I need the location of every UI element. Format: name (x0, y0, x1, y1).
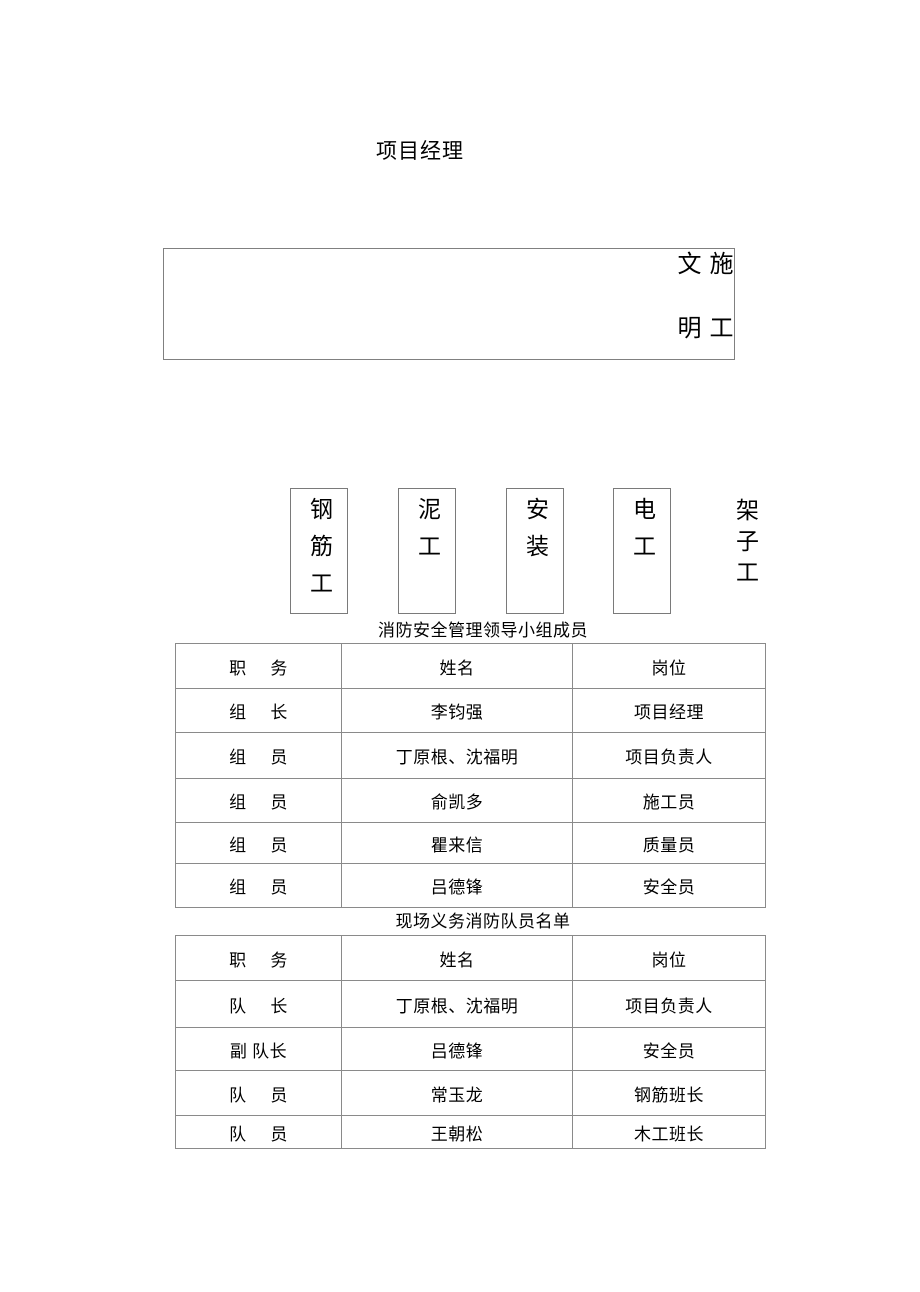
table-row: 组 员 丁原根、沈福明 项目负责人 (175, 732, 766, 779)
trade-label-mason: 泥工 (414, 497, 440, 571)
cell-post: 项目负责人 (572, 732, 766, 779)
header-post: 岗位 (572, 935, 766, 981)
banner-box: 施工 文明 (163, 248, 735, 379)
table-header-row: 职 务 姓名 岗位 (175, 935, 766, 981)
cell-post: 项目经理 (572, 688, 766, 733)
banner-column-2: 文明 (673, 251, 699, 379)
cell-post: 木工班长 (572, 1115, 766, 1149)
header-duty: 职 务 (175, 935, 342, 981)
cell-post: 质量员 (572, 822, 766, 864)
trade-box-scaffold: 架子工 (716, 488, 774, 614)
header-name: 姓名 (341, 643, 573, 689)
banner-column-1: 施工 (705, 251, 731, 379)
header-name: 姓名 (341, 935, 573, 981)
cell-duty: 队 员 (175, 1115, 342, 1149)
trade-label-scaffold: 架子工 (732, 498, 758, 591)
cell-post: 安全员 (572, 1027, 766, 1071)
cell-duty: 组 员 (175, 732, 342, 779)
fire-safety-leadership-table: 职 务 姓名 岗位 组 长 李钧强 项目经理 组 员 丁原根、沈福明 项目负责人… (175, 643, 766, 908)
page-title: 项目经理 (0, 136, 920, 166)
trade-box-electric: 电工 (613, 488, 671, 614)
cell-duty: 队 长 (175, 980, 342, 1028)
table-row: 副 队长 吕德锋 安全员 (175, 1027, 766, 1071)
cell-name: 常玉龙 (341, 1070, 573, 1116)
cell-name: 俞凯多 (341, 778, 573, 823)
trade-box-mason: 泥工 (398, 488, 456, 614)
trade-box-steel: 钢筋工 (290, 488, 348, 614)
cell-name: 吕德锋 (341, 863, 573, 908)
header-post: 岗位 (572, 643, 766, 689)
cell-duty: 组 员 (175, 822, 342, 864)
cell-name: 丁原根、沈福明 (341, 732, 573, 779)
table-row: 队 长 丁原根、沈福明 项目负责人 (175, 980, 766, 1028)
cell-name: 王朝松 (341, 1115, 573, 1149)
cell-duty: 组 员 (175, 778, 342, 823)
cell-name: 吕德锋 (341, 1027, 573, 1071)
trade-label-electric: 电工 (629, 497, 655, 571)
trade-label-install: 安装 (522, 497, 548, 571)
trade-box-install: 安装 (506, 488, 564, 614)
cell-duty: 副 队长 (175, 1027, 342, 1071)
table-1-caption-text: 消防安全管理领导小组成员 (378, 621, 588, 640)
table-row: 组 员 瞿来信 质量员 (175, 822, 766, 864)
cell-post: 钢筋班长 (572, 1070, 766, 1116)
table-row: 组 员 俞凯多 施工员 (175, 778, 766, 823)
header-duty: 职 务 (175, 643, 342, 689)
table-row: 组 员 吕德锋 安全员 (175, 863, 766, 908)
cell-post: 安全员 (572, 863, 766, 908)
table-row: 队 员 常玉龙 钢筋班长 (175, 1070, 766, 1116)
trade-box-row: 钢筋工 泥工 安装 电工 架子工 (0, 488, 920, 618)
cell-name: 丁原根、沈福明 (341, 980, 573, 1028)
table-1-caption: 消防安全管理领导小组成员 (0, 620, 920, 642)
cell-post: 项目负责人 (572, 980, 766, 1028)
table-2-caption-text: 现场义务消防队员名单 (395, 912, 571, 931)
table-2-caption: 现场义务消防队员名单 (0, 911, 920, 933)
page-title-text: 项目经理 (376, 139, 464, 163)
cell-duty: 队 员 (175, 1070, 342, 1116)
trade-label-steel: 钢筋工 (306, 497, 332, 608)
cell-name: 瞿来信 (341, 822, 573, 864)
banner-vertical-text: 施工 文明 (670, 249, 734, 379)
cell-post: 施工员 (572, 778, 766, 823)
volunteer-fire-brigade-table: 职 务 姓名 岗位 队 长 丁原根、沈福明 项目负责人 副 队长 吕德锋 安全员… (175, 935, 766, 1149)
cell-name: 李钧强 (341, 688, 573, 733)
table-row: 队 员 王朝松 木工班长 (175, 1115, 766, 1149)
cell-duty: 组 长 (175, 688, 342, 733)
table-row: 组 长 李钧强 项目经理 (175, 688, 766, 733)
cell-duty: 组 员 (175, 863, 342, 908)
table-header-row: 职 务 姓名 岗位 (175, 643, 766, 689)
